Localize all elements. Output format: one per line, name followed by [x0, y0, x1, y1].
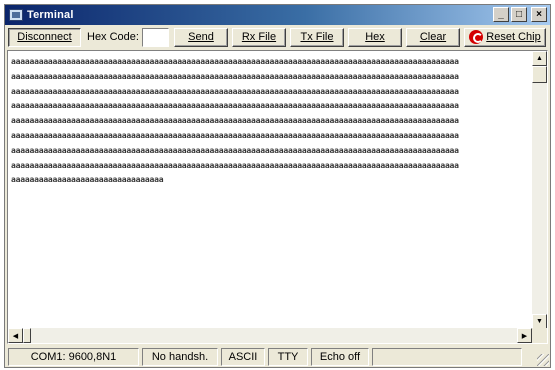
- title-bar[interactable]: Terminal _ □ ×: [5, 5, 550, 25]
- maximize-button[interactable]: □: [511, 7, 527, 22]
- status-mode: ASCII: [221, 347, 265, 366]
- hex-code-label: Hex Code:: [87, 31, 139, 43]
- status-terminal-type: TTY: [268, 347, 308, 366]
- reset-icon: [469, 30, 484, 44]
- tx-file-button[interactable]: Tx File: [289, 27, 344, 47]
- status-extra: [372, 347, 522, 366]
- resize-grip-icon[interactable]: [537, 354, 549, 366]
- send-button[interactable]: Send: [173, 27, 228, 47]
- horizontal-scroll-thumb[interactable]: [23, 328, 31, 343]
- reset-chip-button[interactable]: Reset Chip: [463, 27, 546, 47]
- terminal-window: Terminal _ □ × Disconnect Hex Code: Send…: [4, 4, 551, 368]
- terminal-app-icon: [9, 9, 23, 21]
- scroll-down-arrow-icon[interactable]: ▼: [532, 314, 547, 329]
- window-controls: _ □ ×: [493, 7, 547, 22]
- vertical-scrollbar[interactable]: ▲ ▼: [532, 51, 547, 329]
- status-echo: Echo off: [311, 347, 369, 366]
- hex-button[interactable]: Hex: [347, 27, 402, 47]
- minimize-button[interactable]: _: [493, 7, 509, 22]
- terminal-output[interactable]: aaaaaaaaaaaaaaaaaaaaaaaaaaaaaaaaaaaaaaaa…: [7, 50, 548, 344]
- scroll-right-arrow-icon[interactable]: ▶: [517, 328, 532, 343]
- terminal-text: aaaaaaaaaaaaaaaaaaaaaaaaaaaaaaaaaaaaaaaa…: [11, 57, 459, 185]
- scroll-up-arrow-icon[interactable]: ▲: [532, 51, 547, 66]
- status-port: COM1: 9600,8N1: [8, 347, 139, 366]
- window-title: Terminal: [27, 9, 74, 21]
- rx-file-button[interactable]: Rx File: [231, 27, 286, 47]
- vertical-scroll-thumb[interactable]: [532, 66, 547, 83]
- clear-button[interactable]: Clear: [405, 27, 460, 47]
- toolbar: Disconnect Hex Code: Send Rx File Tx Fil…: [5, 26, 550, 48]
- reset-chip-label: Reset Chip: [486, 31, 541, 43]
- scroll-left-arrow-icon[interactable]: ◀: [8, 328, 23, 343]
- disconnect-button[interactable]: Disconnect: [8, 27, 81, 47]
- hex-code-input[interactable]: [141, 27, 169, 47]
- horizontal-scrollbar[interactable]: ◀ ▶: [8, 328, 532, 343]
- scrollbar-corner: [532, 328, 547, 343]
- status-handshake: No handsh.: [142, 347, 218, 366]
- close-button[interactable]: ×: [531, 7, 547, 22]
- status-bar: COM1: 9600,8N1 No handsh. ASCII TTY Echo…: [5, 346, 550, 367]
